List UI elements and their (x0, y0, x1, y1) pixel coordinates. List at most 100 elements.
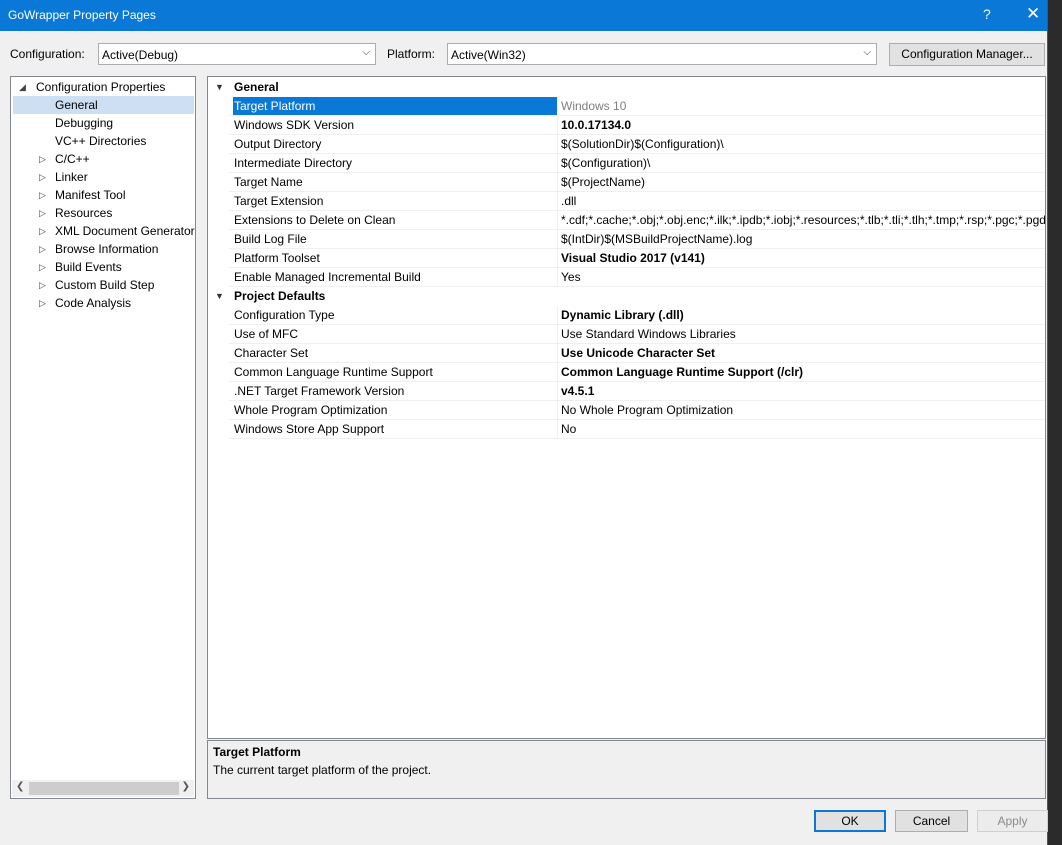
property-value: Dynamic Library (.dll) (561, 308, 684, 322)
property-name: Platform Toolset (234, 251, 320, 265)
expand-icon[interactable]: ▷ (39, 222, 46, 240)
property-row[interactable]: Build Log File $(IntDir)$(MSBuildProject… (208, 230, 1045, 249)
property-value: 10.0.17134.0 (561, 118, 632, 132)
description-title: Target Platform (213, 745, 301, 759)
tree-horizontal-scrollbar[interactable]: ❮ ❯ (12, 780, 194, 797)
configuration-dropdown[interactable]: Active(Debug) ⌵ (98, 43, 376, 65)
property-value: No (561, 422, 577, 436)
help-button[interactable]: ? (983, 6, 991, 22)
apply-button[interactable]: Apply (977, 810, 1048, 832)
category-label: Project Defaults (234, 289, 326, 303)
property-name: Use of MFC (234, 327, 299, 341)
category-general[interactable]: ▼ General (208, 78, 1045, 97)
configuration-label: Configuration: (10, 47, 85, 61)
property-value: $(IntDir)$(MSBuildProjectName).log (561, 232, 753, 246)
tree-item-manifest-tool[interactable]: Manifest Tool (55, 186, 125, 204)
property-row[interactable]: Target Extension .dll (208, 192, 1045, 211)
property-value: $(ProjectName) (561, 175, 646, 189)
property-name: Target Platform (233, 97, 557, 116)
expand-icon[interactable]: ▷ (39, 276, 46, 294)
chevron-down-icon: ⌵ (362, 47, 370, 58)
collapse-icon[interactable]: ▼ (215, 287, 224, 306)
property-name: Common Language Runtime Support (234, 365, 433, 379)
property-row[interactable]: .NET Target Framework Version v4.5.1 (208, 382, 1045, 401)
property-value: Visual Studio 2017 (v141) (561, 251, 705, 265)
property-grid: ▼ General Target Platform Windows 10 Win… (207, 76, 1046, 739)
property-row[interactable]: Windows Store App Support No (208, 420, 1045, 439)
window-title: GoWrapper Property Pages (8, 8, 156, 22)
property-row[interactable]: Windows SDK Version 10.0.17134.0 (208, 116, 1045, 135)
property-value: Use Standard Windows Libraries (561, 327, 736, 341)
property-row[interactable]: Platform Toolset Visual Studio 2017 (v14… (208, 249, 1045, 268)
property-name: Configuration Type (234, 308, 335, 322)
configuration-value: Active(Debug) (102, 48, 179, 62)
property-row[interactable]: Extensions to Delete on Clean *.cdf;*.ca… (208, 211, 1046, 230)
platform-dropdown[interactable]: Active(Win32) ⌵ (447, 43, 877, 65)
property-value: Use Unicode Character Set (561, 346, 716, 360)
expand-icon[interactable]: ▷ (39, 168, 46, 186)
property-row[interactable]: Target Name $(ProjectName) (208, 173, 1045, 192)
tree-item-configuration-properties[interactable]: Configuration Properties (36, 78, 165, 96)
configuration-manager-button[interactable]: Configuration Manager... (889, 43, 1045, 66)
property-name: Whole Program Optimization (234, 403, 388, 417)
property-value: $(SolutionDir)$(Configuration)\ (561, 137, 724, 151)
tree-item-code-analysis[interactable]: Code Analysis (55, 294, 131, 312)
tree-item-custom-build-step[interactable]: Custom Build Step (55, 276, 154, 294)
cancel-button[interactable]: Cancel (895, 810, 968, 832)
property-row[interactable]: Configuration Type Dynamic Library (.dll… (208, 306, 1045, 325)
description-text: The current target platform of the proje… (213, 763, 432, 777)
property-row[interactable]: Intermediate Directory $(Configuration)\ (208, 154, 1045, 173)
property-name: Windows Store App Support (234, 422, 385, 436)
collapse-icon[interactable]: ▼ (215, 78, 224, 97)
chevron-down-icon: ⌵ (863, 47, 871, 58)
property-row[interactable]: Character Set Use Unicode Character Set (208, 344, 1045, 363)
property-value: .dll (561, 194, 577, 208)
expand-icon[interactable]: ▷ (39, 186, 46, 204)
property-row[interactable]: Target Platform Windows 10 (208, 97, 1045, 116)
property-value: Common Language Runtime Support (/clr) (561, 365, 803, 379)
scroll-left-icon[interactable]: ❮ (16, 781, 24, 792)
collapse-icon[interactable]: ◢ (19, 78, 26, 96)
property-value: *.cdf;*.cache;*.obj;*.obj.enc;*.ilk;*.ip… (561, 213, 1046, 227)
property-name: Windows SDK Version (234, 118, 355, 132)
category-label: General (234, 80, 279, 94)
property-value: No Whole Program Optimization (561, 403, 734, 417)
tree-item-xml-document-generator[interactable]: XML Document Generator (55, 222, 195, 240)
tree-item-linker[interactable]: Linker (55, 168, 88, 186)
expand-icon[interactable]: ▷ (39, 294, 46, 312)
property-row[interactable]: Use of MFC Use Standard Windows Librarie… (208, 325, 1045, 344)
expand-icon[interactable]: ▷ (39, 258, 46, 276)
property-name: .NET Target Framework Version (234, 384, 405, 398)
tree-item-c-cpp[interactable]: C/C++ (55, 150, 90, 168)
property-value: $(Configuration)\ (561, 156, 651, 170)
expand-icon[interactable]: ▷ (39, 150, 46, 168)
property-pages-window: GoWrapper Property Pages ? ✕ Configurati… (0, 0, 1048, 845)
ok-button[interactable]: OK (814, 810, 886, 832)
property-name: Output Directory (234, 137, 322, 151)
close-button[interactable]: ✕ (1026, 4, 1040, 24)
platform-label: Platform: (387, 47, 436, 61)
tree-item-debugging[interactable]: Debugging (55, 114, 113, 132)
scrollbar-thumb[interactable] (29, 782, 179, 795)
tree-item-general[interactable]: General (13, 96, 194, 114)
expand-icon[interactable]: ▷ (39, 240, 46, 258)
description-pane: Target Platform The current target platf… (207, 740, 1046, 799)
property-name: Target Name (234, 175, 303, 189)
property-row[interactable]: Enable Managed Incremental Build Yes (208, 268, 1045, 287)
expand-icon[interactable]: ▷ (39, 204, 46, 222)
property-value: Windows 10 (561, 99, 627, 113)
property-row[interactable]: Common Language Runtime Support Common L… (208, 363, 1045, 382)
property-name: Extensions to Delete on Clean (234, 213, 396, 227)
property-value: v4.5.1 (561, 384, 595, 398)
tree-item-vc-directories[interactable]: VC++ Directories (55, 132, 146, 150)
property-tree: ◢ Configuration Properties General Debug… (10, 76, 196, 799)
property-name: Target Extension (234, 194, 324, 208)
property-row[interactable]: Output Directory $(SolutionDir)$(Configu… (208, 135, 1045, 154)
category-project-defaults[interactable]: ▼ Project Defaults (208, 287, 1045, 306)
tree-item-browse-information[interactable]: Browse Information (55, 240, 158, 258)
scroll-right-icon[interactable]: ❯ (182, 781, 190, 792)
platform-value: Active(Win32) (451, 48, 526, 62)
tree-item-resources[interactable]: Resources (55, 204, 112, 222)
tree-item-build-events[interactable]: Build Events (55, 258, 122, 276)
property-row[interactable]: Whole Program Optimization No Whole Prog… (208, 401, 1045, 420)
